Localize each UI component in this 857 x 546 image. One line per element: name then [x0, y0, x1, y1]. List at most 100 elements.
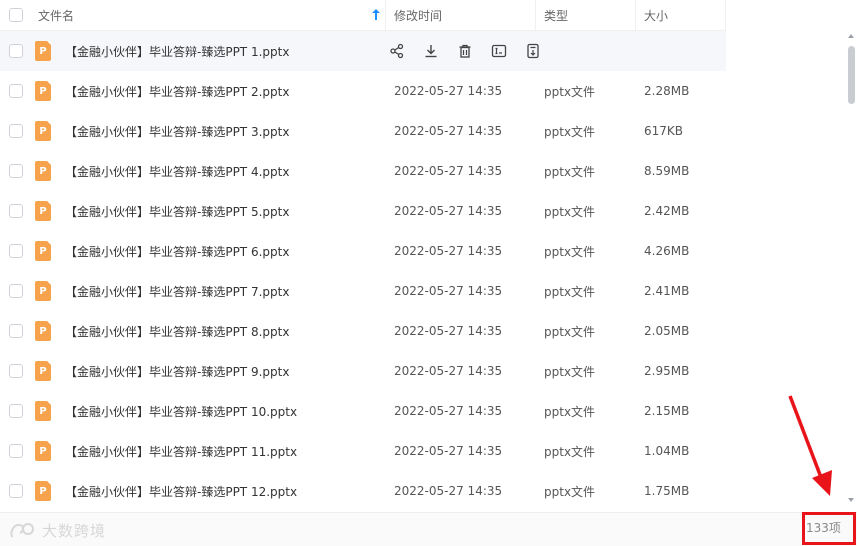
table-row[interactable]: P 【金融小伙伴】毕业答辩-臻选PPT 2.pptx 2022-05-27 14…: [0, 71, 726, 111]
file-type: pptx文件: [544, 324, 596, 339]
file-size: 2.28MB: [644, 84, 690, 98]
file-name[interactable]: 【金融小伙伴】毕业答辩-臻选PPT 10.pptx: [51, 403, 386, 420]
row-check-cell: [0, 284, 30, 298]
pptx-file-icon: P: [35, 241, 51, 261]
pptx-file-icon: P: [35, 321, 51, 341]
file-modified-time: 2022-05-27 14:35: [394, 84, 503, 98]
file-modified-time: 2022-05-27 14:35: [394, 444, 503, 458]
file-type: pptx文件: [544, 124, 596, 139]
file-name[interactable]: 【金融小伙伴】毕业答辩-臻选PPT 7.pptx: [51, 283, 386, 300]
pptx-file-icon: P: [35, 281, 51, 301]
row-checkbox[interactable]: [9, 44, 23, 58]
share-icon[interactable]: [388, 42, 406, 60]
table-row[interactable]: P 【金融小伙伴】毕业答辩-臻选PPT 3.pptx 2022-05-27 14…: [0, 111, 726, 151]
row-checkbox[interactable]: [9, 244, 23, 258]
column-header-size-label: 大小: [644, 8, 669, 23]
file-modified-time: 2022-05-27 14:35: [394, 284, 503, 298]
table-row[interactable]: P 【金融小伙伴】毕业答辩-臻选PPT 12.pptx 2022-05-27 1…: [0, 471, 726, 511]
row-checkbox[interactable]: [9, 324, 23, 338]
row-check-cell: [0, 244, 30, 258]
row-check-cell: [0, 444, 30, 458]
row-check-cell: [0, 124, 30, 138]
select-all-checkbox[interactable]: [9, 8, 23, 22]
move-icon[interactable]: [524, 42, 542, 60]
file-size: 8.59MB: [644, 164, 690, 178]
pptx-file-icon: P: [35, 361, 51, 381]
file-name[interactable]: 【金融小伙伴】毕业答辩-臻选PPT 6.pptx: [51, 243, 386, 260]
row-checkbox[interactable]: [9, 444, 23, 458]
table-row[interactable]: P 【金融小伙伴】毕业答辩-臻选PPT 5.pptx 2022-05-27 14…: [0, 191, 726, 231]
file-size: 1.04MB: [644, 444, 690, 458]
file-list: P 【金融小伙伴】毕业答辩-臻选PPT 1.pptx P 【金融小伙伴】毕业答辩…: [0, 31, 726, 511]
column-header-size[interactable]: 大小: [636, 0, 726, 31]
file-type: pptx文件: [544, 444, 596, 459]
pptx-file-icon: P: [35, 441, 51, 461]
table-row[interactable]: P 【金融小伙伴】毕业答辩-臻选PPT 9.pptx 2022-05-27 14…: [0, 351, 726, 391]
file-list-header: 文件名 修改时间 类型 大小: [0, 0, 726, 31]
table-row[interactable]: P 【金融小伙伴】毕业答辩-臻选PPT 6.pptx 2022-05-27 14…: [0, 231, 726, 271]
file-size: 1.75MB: [644, 484, 690, 498]
column-header-name[interactable]: 文件名: [30, 0, 386, 31]
column-header-name-label: 文件名: [38, 8, 75, 23]
row-check-cell: [0, 164, 30, 178]
file-name[interactable]: 【金融小伙伴】毕业答辩-臻选PPT 11.pptx: [51, 443, 386, 460]
table-row[interactable]: P 【金融小伙伴】毕业答辩-臻选PPT 11.pptx 2022-05-27 1…: [0, 431, 726, 471]
row-checkbox[interactable]: [9, 364, 23, 378]
row-checkbox[interactable]: [9, 124, 23, 138]
scrollbar-thumb[interactable]: [848, 46, 855, 104]
file-modified-time: 2022-05-27 14:35: [394, 244, 503, 258]
watermark-logo-icon: [10, 522, 34, 537]
table-row[interactable]: P 【金融小伙伴】毕业答辩-臻选PPT 1.pptx: [0, 31, 726, 71]
file-name[interactable]: 【金融小伙伴】毕业答辩-臻选PPT 8.pptx: [51, 323, 386, 340]
column-header-type-label: 类型: [544, 8, 569, 23]
row-checkbox[interactable]: [9, 204, 23, 218]
column-header-time[interactable]: 修改时间: [386, 0, 536, 31]
file-type: pptx文件: [544, 364, 596, 379]
row-checkbox[interactable]: [9, 404, 23, 418]
file-name[interactable]: 【金融小伙伴】毕业答辩-臻选PPT 4.pptx: [51, 163, 386, 180]
table-row[interactable]: P 【金融小伙伴】毕业答辩-臻选PPT 4.pptx 2022-05-27 14…: [0, 151, 726, 191]
file-type: pptx文件: [544, 404, 596, 419]
watermark-text: 大数跨境: [42, 522, 107, 540]
arrow-up-icon[interactable]: [372, 8, 380, 23]
row-checkbox[interactable]: [9, 484, 23, 498]
file-type: pptx文件: [544, 284, 596, 299]
table-row[interactable]: P 【金融小伙伴】毕业答辩-臻选PPT 10.pptx 2022-05-27 1…: [0, 391, 726, 431]
file-type: pptx文件: [544, 204, 596, 219]
download-icon[interactable]: [422, 42, 440, 60]
scroll-up-arrow-icon[interactable]: [848, 34, 854, 38]
delete-icon[interactable]: [456, 42, 474, 60]
row-checkbox[interactable]: [9, 284, 23, 298]
row-checkbox[interactable]: [9, 164, 23, 178]
file-modified-time: 2022-05-27 14:35: [394, 484, 503, 498]
file-modified-time: 2022-05-27 14:35: [394, 164, 503, 178]
table-row[interactable]: P 【金融小伙伴】毕业答辩-臻选PPT 7.pptx 2022-05-27 14…: [0, 271, 726, 311]
file-name[interactable]: 【金融小伙伴】毕业答辩-臻选PPT 9.pptx: [51, 363, 386, 380]
row-checkbox[interactable]: [9, 84, 23, 98]
column-header-time-label: 修改时间: [394, 8, 443, 23]
file-type: pptx文件: [544, 484, 596, 499]
row-actions: [386, 42, 542, 60]
file-name[interactable]: 【金融小伙伴】毕业答辩-臻选PPT 2.pptx: [51, 83, 386, 100]
row-check-cell: [0, 204, 30, 218]
file-name[interactable]: 【金融小伙伴】毕业答辩-臻选PPT 5.pptx: [51, 203, 386, 220]
file-name[interactable]: 【金融小伙伴】毕业答辩-臻选PPT 1.pptx: [51, 43, 386, 60]
rename-icon[interactable]: [490, 42, 508, 60]
row-check-cell: [0, 364, 30, 378]
count-highlight-box: [802, 512, 856, 545]
file-modified-time: 2022-05-27 14:35: [394, 324, 503, 338]
file-name[interactable]: 【金融小伙伴】毕业答辩-臻选PPT 3.pptx: [51, 123, 386, 140]
file-name[interactable]: 【金融小伙伴】毕业答辩-臻选PPT 12.pptx: [51, 483, 386, 500]
file-size: 2.95MB: [644, 364, 690, 378]
column-header-type[interactable]: 类型: [536, 0, 636, 31]
pptx-file-icon: P: [35, 201, 51, 221]
pptx-file-icon: P: [35, 161, 51, 181]
row-check-cell: [0, 484, 30, 498]
file-size: 617KB: [644, 124, 684, 138]
annotation-arrow-icon: [788, 395, 832, 496]
table-row[interactable]: P 【金融小伙伴】毕业答辩-臻选PPT 8.pptx 2022-05-27 14…: [0, 311, 726, 351]
pptx-file-icon: P: [35, 121, 51, 141]
file-modified-time: 2022-05-27 14:35: [394, 124, 503, 138]
row-check-cell: [0, 404, 30, 418]
file-type: pptx文件: [544, 84, 596, 99]
